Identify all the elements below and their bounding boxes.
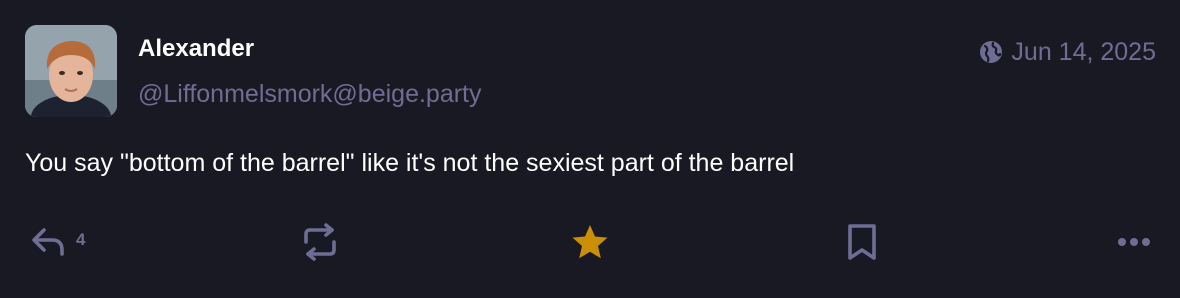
avatar-image	[25, 25, 117, 117]
bookmark-icon	[848, 224, 876, 260]
more-options-button[interactable]	[1114, 220, 1154, 264]
avatar[interactable]	[25, 25, 117, 117]
reply-icon	[32, 228, 64, 256]
post-date[interactable]: Jun 14, 2025	[1011, 36, 1156, 68]
author-handle[interactable]: @Liffonmelsmork@beige.party	[138, 78, 482, 110]
favourite-button[interactable]	[570, 220, 610, 264]
boost-icon	[304, 223, 336, 261]
reply-button[interactable]: 4	[30, 220, 85, 264]
post-meta: Jun 14, 2025	[979, 36, 1156, 68]
author-display-name[interactable]: Alexander	[138, 34, 254, 64]
boost-button[interactable]	[302, 220, 338, 264]
reply-count: 4	[76, 230, 86, 249]
globe-icon	[980, 41, 1003, 63]
more-dots-icon	[1118, 238, 1150, 246]
status-post: Alexander @Liffonmelsmork@beige.party Ju…	[0, 0, 1180, 298]
post-content: You say "bottom of the barrel" like it's…	[25, 149, 795, 177]
bookmark-button[interactable]	[845, 220, 879, 264]
star-icon	[572, 225, 608, 259]
